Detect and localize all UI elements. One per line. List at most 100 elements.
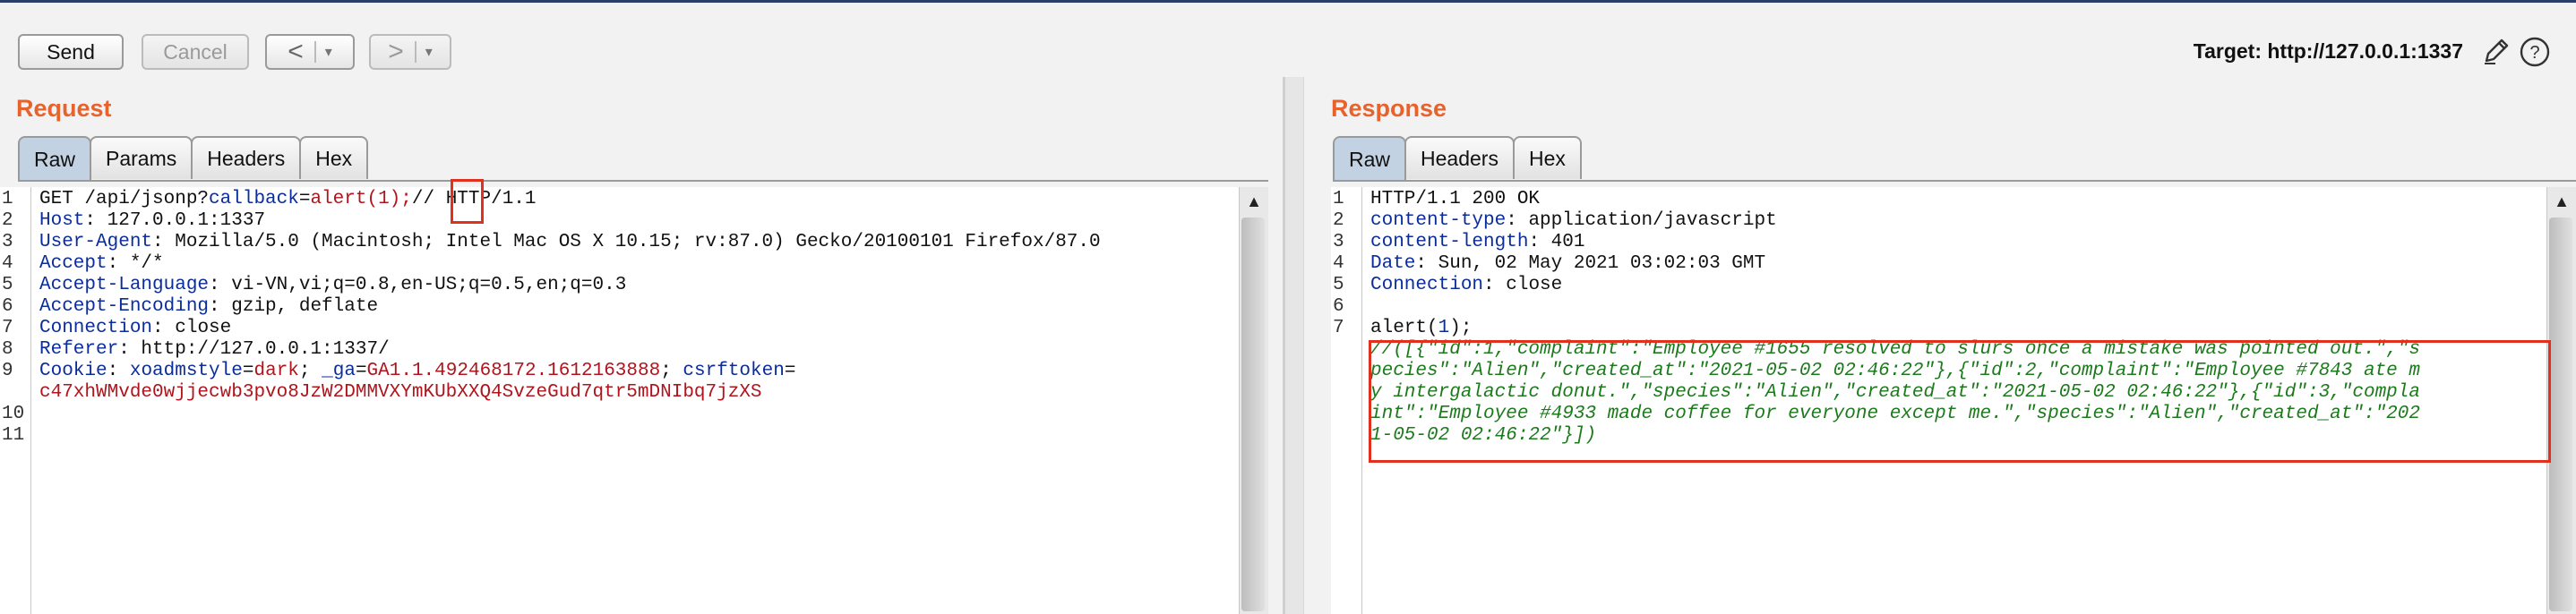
request-title: Request xyxy=(16,95,112,122)
code-token: callback xyxy=(209,189,299,209)
code-token: GA1.1.492468172.1612163888 xyxy=(366,361,661,381)
code-line: HTTP/1.1 200 OK xyxy=(1370,189,1540,210)
code-token: dark xyxy=(253,361,299,381)
button-separator xyxy=(313,41,316,63)
code-token: : close xyxy=(1483,275,1563,295)
back-arrow-icon: < xyxy=(288,37,304,66)
line-number: 7 xyxy=(2,318,13,338)
code-token: alert(1); xyxy=(310,189,412,209)
code-token: : Sun, 02 May 2021 03:02:03 GMT xyxy=(1415,253,1766,274)
response-tab-underline xyxy=(1333,180,2576,182)
code-token: Accept xyxy=(39,253,107,274)
svg-text:?: ? xyxy=(2529,43,2539,63)
code-token: alert( xyxy=(1370,318,1438,338)
help-icon[interactable]: ? xyxy=(2519,36,2551,72)
chevron-down-icon[interactable]: ▾ xyxy=(325,43,332,61)
code-token: ; xyxy=(298,361,322,381)
response-title: Response xyxy=(1331,95,1447,122)
line-number: 5 xyxy=(1333,275,1344,295)
code-token: GET /api/jsonp? xyxy=(39,189,210,209)
chevron-down-icon[interactable]: ▾ xyxy=(425,43,433,61)
line-number: 6 xyxy=(1333,296,1344,317)
request-tab-hex[interactable]: Hex xyxy=(299,136,369,179)
line-number: 10 xyxy=(2,404,25,424)
code-line: Connection: close xyxy=(1370,275,1562,296)
request-tab-underline xyxy=(18,180,1268,182)
code-token: xoadmstyle xyxy=(129,361,243,381)
highlight-box xyxy=(451,179,484,224)
scroll-up-icon[interactable]: ▲ xyxy=(1240,187,1268,216)
forward-button[interactable]: > ▾ xyxy=(369,34,451,70)
back-button[interactable]: < ▾ xyxy=(265,34,355,70)
code-token: User-Agent xyxy=(39,232,153,252)
code-token: Accept-Language xyxy=(39,275,210,295)
code-token: csrftoken xyxy=(683,361,785,381)
line-number: 2 xyxy=(2,210,13,231)
response-tab-hex[interactable]: Hex xyxy=(1512,136,1582,179)
code-token: = xyxy=(298,189,311,209)
response-tab-headers[interactable]: Headers xyxy=(1404,136,1515,179)
code-line: Accept: */* xyxy=(39,253,164,275)
code-token: : 127.0.0.1:1337 xyxy=(84,210,266,231)
code-token: c47xhWMvde0wjjecwb3pvo8JzW2DMMVXYmKUbXXQ… xyxy=(39,382,762,403)
code-token: _ga xyxy=(322,361,356,381)
code-token: : vi-VN,vi;q=0.8,en-US;q=0.5,en;q=0.3 xyxy=(209,275,627,295)
code-token: ); xyxy=(1449,318,1473,338)
code-line: Date: Sun, 02 May 2021 03:02:03 GMT xyxy=(1370,253,1765,275)
code-line: Accept-Language: vi-VN,vi;q=0.8,en-US;q=… xyxy=(39,275,626,296)
pencil-icon[interactable] xyxy=(2481,36,2512,71)
code-line: content-length: 401 xyxy=(1370,232,1584,253)
response-tab-raw[interactable]: Raw xyxy=(1333,136,1407,181)
scroll-up-icon[interactable]: ▲ xyxy=(2547,187,2576,216)
line-number: 7 xyxy=(1333,318,1344,338)
code-token: : xyxy=(107,361,130,381)
request-tabs: Raw Params Headers Hex xyxy=(18,136,369,181)
line-number: 5 xyxy=(2,275,13,295)
request-editor[interactable]: 1 2 3 4 5 6 7 8 9 10 11 GET /api/jsonp?callback=al… xyxy=(0,187,1268,614)
line-number: 11 xyxy=(2,425,25,446)
code-token: : close xyxy=(152,318,232,338)
line-number: 8 xyxy=(2,339,13,360)
code-token: = xyxy=(242,361,254,381)
request-tab-params[interactable]: Params xyxy=(90,136,193,179)
code-line: User-Agent: Mozilla/5.0 (Macintosh; Inte… xyxy=(39,232,1101,253)
code-token: content-type xyxy=(1370,210,1507,231)
target-label: Target: http://127.0.0.1:1337 xyxy=(2193,39,2463,63)
request-scrollbar[interactable]: ▲ xyxy=(1239,187,1268,614)
scroll-thumb[interactable] xyxy=(1241,217,1265,611)
code-token: Referer xyxy=(39,339,119,360)
code-token: : Mozilla/5.0 (Macintosh; Intel Mac OS X… xyxy=(152,232,1101,252)
code-token: Connection xyxy=(1370,275,1484,295)
code-token: ; xyxy=(660,361,683,381)
code-line: Accept-Encoding: gzip, deflate xyxy=(39,296,378,318)
line-number: 4 xyxy=(2,253,13,274)
code-token: Host xyxy=(39,210,85,231)
line-number: 3 xyxy=(1333,232,1344,252)
code-token: Accept-Encoding xyxy=(39,296,210,317)
code-token: content-length xyxy=(1370,232,1529,252)
forward-arrow-icon: > xyxy=(388,37,404,66)
send-button[interactable]: Send xyxy=(18,34,124,70)
highlight-box xyxy=(1369,340,2551,463)
code-token: = xyxy=(355,361,367,381)
button-separator xyxy=(414,41,416,63)
line-number: 6 xyxy=(2,296,13,317)
response-gutter: 1234567 xyxy=(1331,187,1362,614)
scroll-thumb[interactable] xyxy=(2549,217,2572,611)
pane-splitter[interactable] xyxy=(1283,77,1304,614)
line-number: 4 xyxy=(1333,253,1344,274)
cancel-button[interactable]: Cancel xyxy=(142,34,249,70)
code-token: = xyxy=(784,361,796,381)
code-line: content-type: application/javascript xyxy=(1370,210,1777,232)
request-tab-raw[interactable]: Raw xyxy=(18,136,92,181)
line-number: 9 xyxy=(2,361,13,381)
line-number: 1 xyxy=(1333,189,1344,209)
code-token: HTTP/1.1 200 OK xyxy=(1370,189,1541,209)
code-line: Connection: close xyxy=(39,318,231,339)
code-token: 1 xyxy=(1438,318,1450,338)
line-number: 2 xyxy=(1333,210,1344,231)
line-number: 1 xyxy=(2,189,13,209)
code-token: : http://127.0.0.1:1337/ xyxy=(118,339,390,360)
code-token: Date xyxy=(1370,253,1416,274)
request-tab-headers[interactable]: Headers xyxy=(191,136,302,179)
